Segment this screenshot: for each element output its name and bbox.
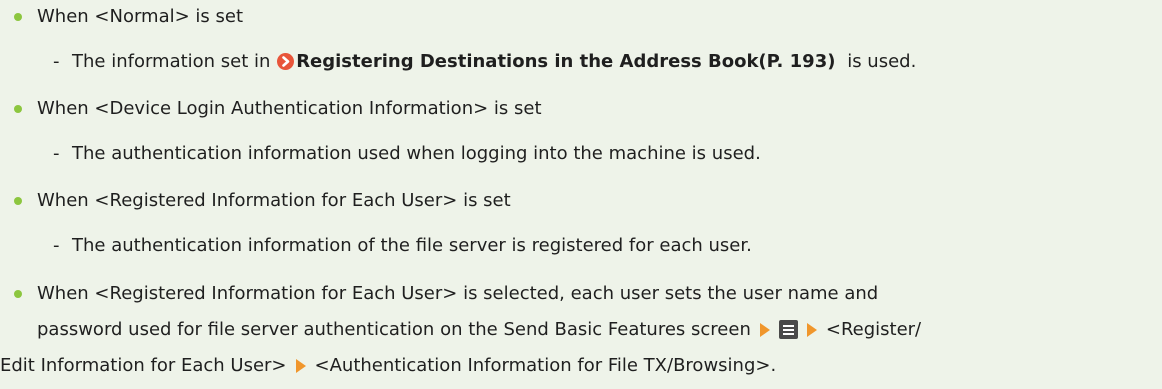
link-arrow-icon xyxy=(277,53,295,70)
list-item-text-line3: Edit Information for Each User> <Authenti… xyxy=(0,354,776,378)
bullet-dot xyxy=(14,290,22,298)
register-step: <Register/ xyxy=(825,319,922,340)
step-arrow-icon xyxy=(295,359,306,373)
bullet-dot xyxy=(14,197,22,205)
list-item-text: When <Registered Information for Each Us… xyxy=(37,190,511,211)
document-body: When <Normal> is set - The information s… xyxy=(0,0,1162,389)
dash: - xyxy=(53,143,60,164)
sub-item-text: The authentication information of the fi… xyxy=(72,235,752,256)
step-arrow-icon xyxy=(759,323,770,337)
sub-text-before: The information set in xyxy=(72,51,271,72)
dash: - xyxy=(53,235,60,256)
bullet-dot xyxy=(14,105,22,113)
list-item-text-line2: password used for file server authentica… xyxy=(37,318,921,342)
sub-text-after: is used. xyxy=(847,51,917,72)
line2-text: password used for file server authentica… xyxy=(37,319,751,340)
line3-text: Edit Information for Each User> xyxy=(0,355,287,376)
list-item-text-line1: When <Registered Information for Each Us… xyxy=(37,283,879,304)
sub-item-text: The information set in Registering Desti… xyxy=(72,50,916,74)
list-item-text: When <Device Login Authentication Inform… xyxy=(37,98,542,119)
list-item-text: When <Normal> is set xyxy=(37,6,244,27)
step-arrow-icon xyxy=(806,323,817,337)
dash: - xyxy=(53,51,60,72)
address-book-link[interactable]: Registering Destinations in the Address … xyxy=(296,51,835,72)
auth-step: <Authentication Information for File TX/… xyxy=(314,355,777,376)
sub-item-text: The authentication information used when… xyxy=(72,143,761,164)
bullet-dot xyxy=(14,13,22,21)
menu-icon xyxy=(778,320,798,339)
